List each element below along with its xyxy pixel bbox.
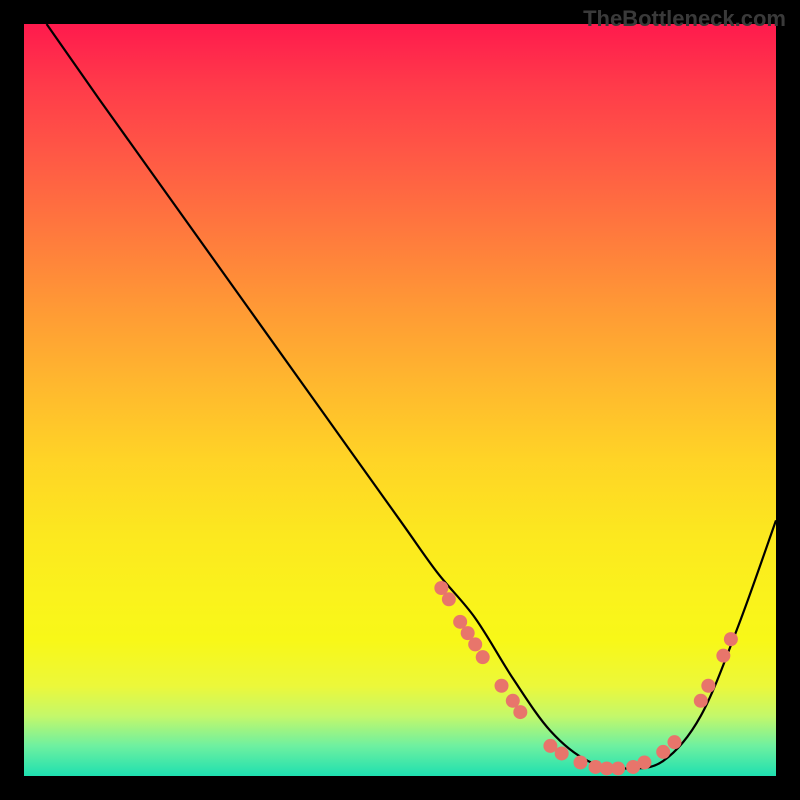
chart-marker (573, 755, 587, 769)
chart-curve (47, 24, 776, 769)
chart-marker (701, 679, 715, 693)
chart-marker (637, 755, 651, 769)
chart-marker (442, 592, 456, 606)
chart-plot-area (24, 24, 776, 776)
chart-marker (513, 705, 527, 719)
chart-marker (468, 637, 482, 651)
watermark-text: TheBottleneck.com (583, 6, 786, 32)
chart-svg (24, 24, 776, 776)
chart-marker (495, 679, 509, 693)
chart-markers (434, 581, 738, 775)
chart-marker (611, 761, 625, 775)
chart-marker (724, 632, 738, 646)
chart-marker (656, 745, 670, 759)
chart-marker (667, 735, 681, 749)
chart-marker (716, 649, 730, 663)
chart-marker (476, 650, 490, 664)
chart-marker (694, 694, 708, 708)
chart-marker (555, 746, 569, 760)
